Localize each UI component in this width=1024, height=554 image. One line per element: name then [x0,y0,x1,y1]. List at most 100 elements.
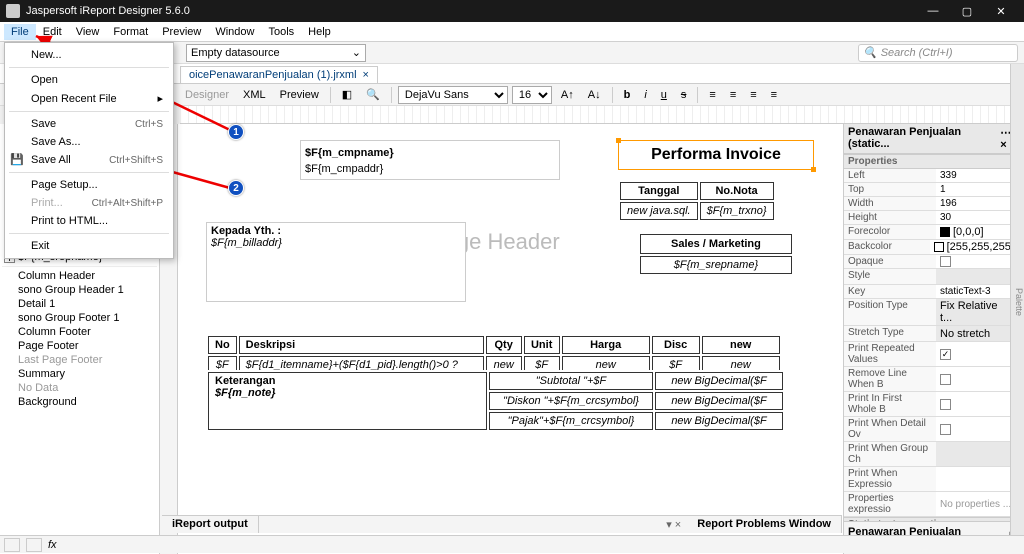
menu-page-setup[interactable]: Page Setup... [5,176,173,194]
menu-new[interactable]: New... [5,46,173,64]
col-new: new [702,336,780,354]
app-icon [6,4,20,18]
datasource-combo[interactable]: Empty datasource ⌄ [186,44,366,62]
view-xml[interactable]: XML [238,86,271,104]
italic-button[interactable]: i [639,86,651,104]
close-button[interactable]: ✕ [984,0,1018,22]
font-family-select[interactable]: DejaVu Sans [398,86,508,104]
property-sheet: Properties Left339 Top1 Width196 Height3… [844,154,1024,521]
menu-save-as[interactable]: Save As... [5,133,173,151]
keterangan-label: Keterangan [215,375,480,387]
company-block[interactable]: $F{m_cmpname} $F{m_cmpaddr} [300,140,560,180]
billaddr-field: $F{m_billaddr} [211,237,282,249]
menu-window[interactable]: Window [208,24,261,40]
output-close-icon[interactable]: ▾ × [660,516,687,533]
props-header[interactable]: Properties [844,154,1024,169]
menu-edit[interactable]: Edit [36,24,69,40]
align-left-icon[interactable]: ≡ [704,86,720,104]
menu-help[interactable]: Help [301,24,338,40]
tree-section[interactable]: Column Footer [2,325,157,339]
subtotal-label: "Subtotal "+$F [489,372,653,390]
align-justify-icon[interactable]: ≡ [766,86,782,104]
view-preview[interactable]: Preview [275,86,324,104]
font-size-up[interactable]: A↑ [556,86,579,104]
maximize-button[interactable]: ▢ [950,0,984,22]
problems-tab[interactable]: Report Problems Window [687,516,842,533]
cmpname-field: $F{m_cmpname} [305,147,394,159]
th-nonota: No.Nota [700,182,774,200]
view-designer[interactable]: Designer [180,86,234,104]
th-sales: Sales / Marketing [640,234,792,254]
chevron-down-icon: ⌄ [352,46,361,59]
menu-exit[interactable]: Exit [5,237,173,255]
status-icon[interactable] [26,538,42,552]
output-tab[interactable]: iReport output [162,516,259,533]
pajak-label: "Pajak"+$F{m_crcsymbol} [489,412,653,430]
menu-tools[interactable]: Tools [261,24,301,40]
close-icon[interactable]: × [363,69,369,81]
tree-section[interactable]: sono Group Footer 1 [2,311,157,325]
note-field: $F{m_note} [215,387,480,399]
menu-open[interactable]: Open [5,71,173,89]
performa-invoice-title[interactable]: Performa Invoice [618,140,814,170]
right-panel-title: Penawaran Penjualan (static... [848,126,1000,151]
tree-section[interactable]: Column Header [2,269,157,283]
tree-section[interactable]: Last Page Footer [2,353,157,367]
window-title: Jaspersoft iReport Designer 5.6.0 [26,5,190,17]
th-tanggal: Tanggal [620,182,698,200]
align-right-icon[interactable]: ≡ [745,86,761,104]
align-center-icon[interactable]: ≡ [725,86,741,104]
status-icon[interactable] [4,538,20,552]
menu-file[interactable]: File [4,24,36,40]
td-nonota: $F{m_trxno} [700,202,774,220]
menu-print-html[interactable]: Print to HTML... [5,212,173,230]
tree-section[interactable]: Summary [2,367,157,381]
kepada-label: Kepada Yth. : [211,225,281,237]
tab-label: oicePenawaranPenjualan (1).jrxml [189,69,357,81]
document-tab[interactable]: oicePenawaranPenjualan (1).jrxml × [180,66,378,83]
search-box[interactable]: 🔍 Search (Ctrl+I) [858,44,1018,62]
palette-strip[interactable]: Palette [1010,64,1024,535]
tree-section[interactable]: Background [2,395,157,409]
diskon-label: "Diskon "+$F{m_crcsymbol} [489,392,653,410]
menu-view[interactable]: View [69,24,107,40]
tree-section[interactable]: Detail 1 [2,297,157,311]
col-harga: Harga [562,336,650,354]
menu-print: Print...Ctrl+Alt+Shift+P [5,194,173,212]
pajak-value: new BigDecimal($F [655,412,783,430]
tree-section[interactable]: No Data [2,381,157,395]
font-size-select[interactable]: 16 [512,86,552,104]
menu-format[interactable]: Format [106,24,155,40]
annotation-marker-2: 2 [228,180,244,196]
annotation-marker-1: 1 [228,124,244,140]
datasource-value: Empty datasource [191,47,280,59]
tree-section[interactable]: Page Footer [2,339,157,353]
col-no: No [208,336,237,354]
tree-section[interactable]: sono Group Header 1 [2,283,157,297]
footer-table[interactable]: Keterangan $F{m_note} "Subtotal "+$F new… [206,370,785,432]
menu-save[interactable]: SaveCtrl+S [5,115,173,133]
cmpaddr-field: $F{m_cmpaddr} [305,163,383,175]
date-nota-table[interactable]: TanggalNo.Nota new java.sql.$F{m_trxno} [618,180,776,222]
bold-button[interactable]: b [619,86,636,104]
menubar: File Edit View Format Preview Window Too… [0,22,1024,42]
td-tanggal: new java.sql. [620,202,698,220]
zoom-icon[interactable]: 🔍 [361,86,385,104]
menu-open-recent[interactable]: Open Recent File▸ [5,89,173,108]
tool-icon[interactable]: ◧ [337,86,357,104]
minimize-button[interactable]: — [916,0,950,22]
strike-button[interactable]: s [676,86,692,104]
menu-preview[interactable]: Preview [155,24,208,40]
diskon-value: new BigDecimal($F [655,392,783,410]
menu-save-all[interactable]: 💾Save AllCtrl+Shift+S [5,151,173,169]
subtotal-value: new BigDecimal($F [655,372,783,390]
col-deskripsi: Deskripsi [239,336,484,354]
statusbar: fx [0,535,1024,553]
col-disc: Disc [652,336,700,354]
font-size-down[interactable]: A↓ [583,86,606,104]
fx-label: fx [48,539,57,551]
sales-table[interactable]: Sales / Marketing $F{m_srepname} [638,232,794,276]
search-placeholder: Search (Ctrl+I) [881,47,953,59]
underline-button[interactable]: u [656,86,672,104]
kepada-box[interactable]: Kepada Yth. : $F{m_billaddr} [206,222,466,302]
